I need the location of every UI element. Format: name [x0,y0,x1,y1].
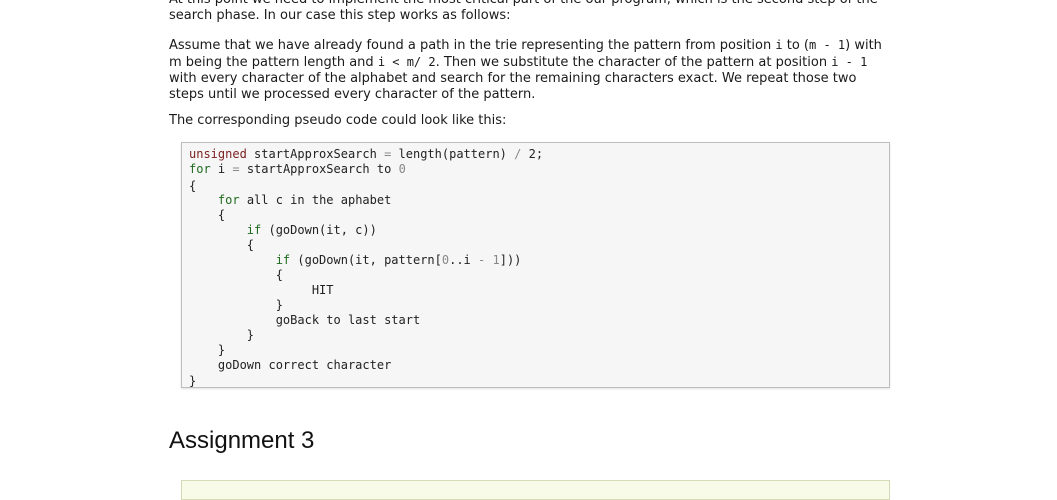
code-token: { [189,179,197,193]
code-token: HIT [189,283,334,297]
inline-code-pos: i - 1 [831,55,868,69]
code-line: if (goDown(it, c)) [189,223,377,238]
code-token: goDown correct character [189,358,392,372]
code-line: { [189,208,225,223]
code-token: startApproxSearch to [239,162,399,176]
code-line: goDown correct character [189,358,391,373]
text-span: ) with [845,38,882,53]
next-block-top [181,480,890,500]
code-token: i [210,162,233,176]
pseudo-code-block: unsigned startApproxSearch = length(patt… [181,142,890,388]
code-token: goBack to last start [189,313,421,327]
text-span: Assume that we have already found a path… [169,38,776,53]
intro-line: search phase. In our case this step work… [169,8,511,23]
code-token: 0 [398,162,406,176]
inline-code-cond: i < m/ 2 [377,55,436,69]
text-span: m being the pattern length and [169,55,378,70]
code-token: } [189,343,226,357]
code-line: { [189,268,283,283]
code-line: HIT [189,283,334,298]
code-token: } [189,298,283,312]
algorithm-paragraph: Assume that we have already found a path… [169,37,909,103]
code-token: unsigned [189,147,247,161]
section-heading: Assignment 3 [169,427,315,454]
code-token: for [189,162,211,176]
code-token: 2; [521,147,544,161]
code-token: { [189,268,283,282]
paragraph-line-3: with every character of the alphabet and… [169,71,857,86]
code-token: if [246,223,262,237]
code-line: } [189,298,283,313]
code-token: if [275,253,291,267]
code-line: for all c in the aphabet [189,193,391,208]
code-token: 1 [492,253,500,267]
pseudo-intro: The corresponding pseudo code could look… [169,113,507,128]
code-token: (goDown(it, pattern[ [290,253,442,267]
code-line: goBack to last start [189,313,421,328]
code-token: (goDown(it, c)) [261,223,377,237]
code-token: startApproxSearch [246,147,385,161]
code-token: ])) [499,253,522,267]
code-line: for i = startApproxSearch to 0 [189,162,406,177]
text-span: . Then we substitute the character of th… [435,55,832,70]
code-token: = [232,162,240,176]
inline-code-i: i [775,38,783,52]
code-line: } [189,343,225,358]
intro-clipped-line: At this point we need to implement the m… [169,0,878,8]
paragraph-line-2: m being the pattern length and i < m/ 2.… [169,54,909,71]
code-line: } [189,374,196,389]
code-token: { [189,238,255,252]
code-token: } [189,328,255,342]
code-token: length(pattern) [391,147,515,161]
code-token: all c in the aphabet [239,193,392,207]
text-span: to ( [782,38,809,53]
paragraph-line-4: steps until we processed every character… [169,87,536,102]
code-line: { [189,238,254,253]
paragraph-line-1: Assume that we have already found a path… [169,37,909,54]
code-token: ..i [449,253,479,267]
code-line: unsigned startApproxSearch = length(patt… [189,147,543,162]
inline-code-m1: m - 1 [809,38,846,52]
code-line: { [189,179,196,194]
code-token: for [217,193,240,207]
code-token: } [189,374,197,388]
code-line: if (goDown(it, pattern[0..i - 1])) [189,253,522,268]
code-line: } [189,328,254,343]
code-token: { [189,208,226,222]
